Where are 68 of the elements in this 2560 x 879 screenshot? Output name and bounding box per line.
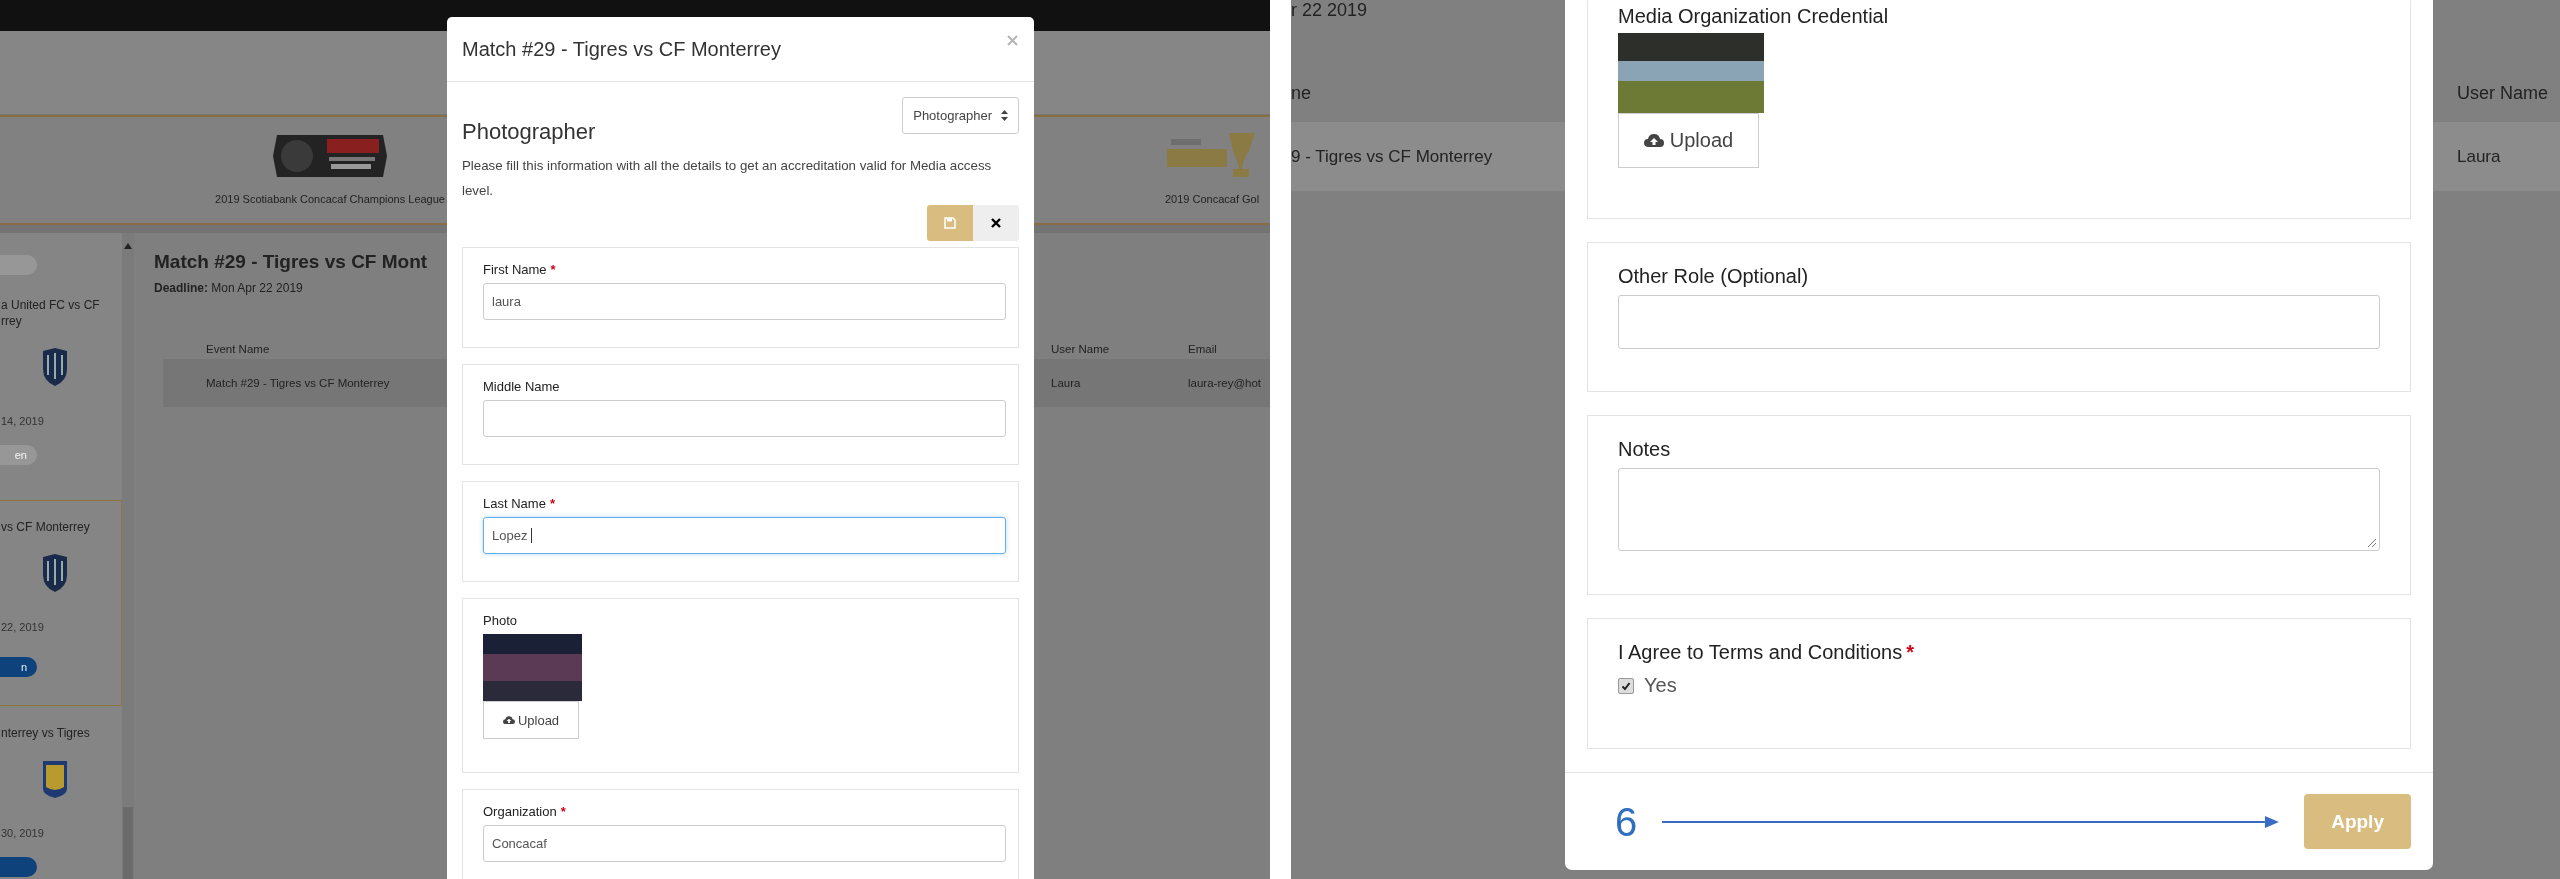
step-number: 6	[1615, 799, 1638, 844]
upload-button[interactable]: Upload	[1618, 113, 1759, 168]
role-select[interactable]: Photographer	[902, 97, 1019, 134]
text-field[interactable]: laura	[483, 283, 1006, 320]
match-title: rrey	[1, 313, 22, 329]
deadline-text: r 22 2019	[1291, 0, 1368, 20]
table-cell: Laura	[2457, 146, 2501, 167]
shield-icon	[41, 759, 69, 799]
field-label: Photo	[483, 612, 517, 630]
match-card[interactable]: a United FC vs CF rrey 14, 2019 en	[0, 283, 122, 488]
banner-caption: 2019 Scotiabank Concacaf Champions League	[215, 193, 445, 205]
table-cell: laura-rey@hot	[1188, 377, 1262, 389]
text-field[interactable]	[1618, 295, 2380, 349]
banner-caption: 2019 Concacaf Gol	[1165, 193, 1260, 205]
table-cell: Laura	[1051, 377, 1081, 389]
text-cursor	[531, 527, 533, 544]
field-label: Other Role (Optional)	[1618, 264, 1809, 289]
field-label: Media Organization Credential	[1618, 4, 1889, 29]
text-field[interactable]: Lopez	[483, 517, 1006, 554]
match-card[interactable]: vs CF Monterrey 22, 2019 n	[0, 500, 122, 706]
section-heading: Photographer	[462, 119, 596, 145]
caret-icon	[1001, 110, 1008, 121]
match-card[interactable]: nterrey vs Tigres 30, 2019	[0, 712, 122, 879]
field-label: Organization	[483, 803, 557, 821]
shield-icon	[41, 553, 69, 593]
column-header: Event Name	[206, 343, 270, 355]
pill-button[interactable]: n	[0, 657, 37, 677]
required-mark: *	[549, 496, 555, 511]
modal-title: Match #29 - Tigres vs CF Monterrey	[462, 37, 781, 61]
scrollbar-thumb[interactable]	[123, 807, 133, 879]
required-mark: *	[1906, 641, 1915, 664]
match-title: vs CF Monterrey	[1, 519, 90, 535]
column-header: User Name	[2457, 83, 2549, 104]
field-label: Middle Name	[483, 378, 560, 396]
text-field[interactable]	[483, 400, 1006, 437]
match-title: nterrey vs Tigres	[1, 725, 90, 741]
page-title: Match #29 - Tigres vs CF Mont	[154, 250, 428, 274]
column-header: User Name	[1051, 343, 1110, 355]
match-date: 30, 2019	[1, 826, 44, 841]
cloud-upload-icon	[1643, 133, 1664, 148]
column-header: ne	[1291, 83, 1312, 104]
match-date: 22, 2019	[1, 620, 44, 635]
field-label: First Name	[483, 261, 547, 279]
upload-button[interactable]: Upload	[483, 701, 579, 739]
match-date: 14, 2019	[1, 414, 44, 429]
column-header: Email	[1188, 343, 1217, 355]
required-mark: *	[550, 262, 556, 277]
text-field[interactable]: Concacaf	[483, 825, 1006, 862]
description-text: Please fill this information with all the details to get an accreditation valid for Media access level.	[462, 157, 992, 200]
pill-button[interactable]	[0, 857, 37, 877]
field-label: Notes	[1618, 437, 1671, 462]
table-cell: Match #29 - Tigres vs CF Monterrey	[206, 377, 390, 389]
arrow-up-icon[interactable]	[124, 243, 132, 249]
resize-grip-icon[interactable]	[2366, 537, 2376, 547]
close-icon[interactable]	[1007, 34, 1018, 46]
field-label: Last Name	[483, 495, 546, 513]
field-label: I Agree to Terms and Conditions	[1618, 640, 1903, 665]
scrollbar[interactable]	[122, 233, 134, 879]
close-icon	[991, 218, 1001, 228]
checkbox-label: Yes	[1644, 674, 1677, 697]
close-button[interactable]	[973, 205, 1019, 241]
required-mark: *	[560, 804, 566, 819]
table-cell: 9 - Tigres vs CF Monterrey	[1291, 146, 1493, 167]
shield-icon	[41, 347, 69, 387]
deadline-text: Deadline: Mon Apr 22 2019	[154, 280, 303, 296]
cloud-upload-icon	[502, 715, 515, 725]
checkbox[interactable]	[1618, 677, 1634, 694]
match-title: a United FC vs CF	[1, 297, 100, 313]
